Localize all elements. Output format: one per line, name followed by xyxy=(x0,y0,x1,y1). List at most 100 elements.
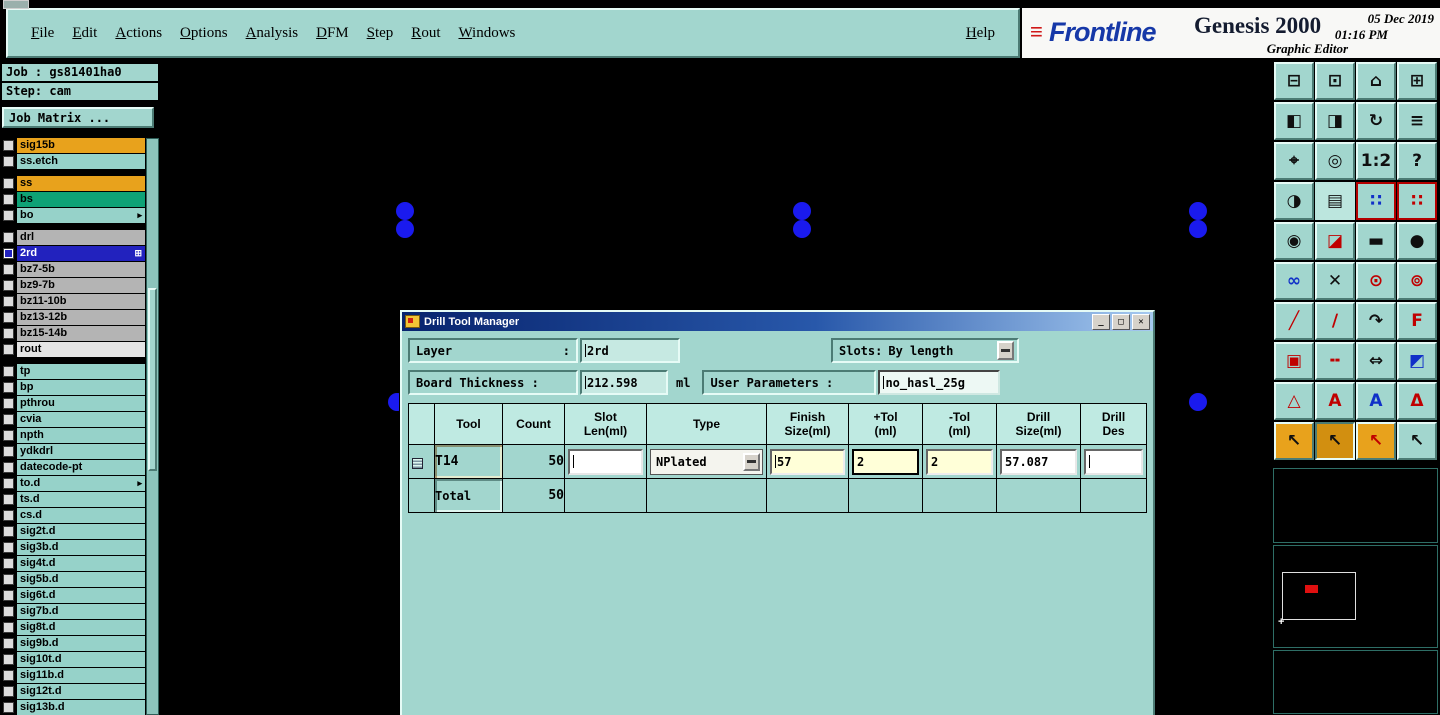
job-matrix-button[interactable]: Job Matrix ... xyxy=(2,107,154,128)
row-drag-handle[interactable] xyxy=(408,444,435,479)
triangle-outline-icon[interactable]: △ xyxy=(1274,382,1314,420)
layer-visibility-checkbox[interactable] xyxy=(3,210,14,221)
layer-row[interactable]: ss xyxy=(2,176,145,191)
layer-row[interactable]: ts.d xyxy=(2,492,145,507)
type-dropdown-button[interactable] xyxy=(743,452,760,471)
delta-icon[interactable]: Δ xyxy=(1397,382,1437,420)
layer-visibility-checkbox[interactable] xyxy=(3,328,14,339)
layer-visibility-checkbox[interactable] xyxy=(3,264,14,275)
select-snap-icon[interactable]: ↖ xyxy=(1397,422,1437,460)
minus-tol-cell[interactable]: 2 xyxy=(922,444,997,479)
screen-icon[interactable]: ⊡ xyxy=(1315,62,1355,100)
layer-label[interactable]: bz15-14b xyxy=(17,326,145,341)
layer-label[interactable]: ts.d xyxy=(17,492,145,507)
tool-id-cell[interactable]: T14 xyxy=(434,444,503,479)
layer-visibility-checkbox[interactable] xyxy=(3,494,14,505)
menu-item[interactable]: Windows xyxy=(449,25,524,42)
layer-row[interactable]: sig10t.d xyxy=(2,652,145,667)
layer-label[interactable]: pthrou xyxy=(17,396,145,411)
layer-row[interactable]: sig6t.d xyxy=(2,588,145,603)
layers-icon[interactable]: ≡ xyxy=(1397,102,1437,140)
finish-size-cell[interactable]: 57 xyxy=(766,444,849,479)
layer-label[interactable]: bs xyxy=(17,192,145,207)
layer-row[interactable]: sig5b.d xyxy=(2,572,145,587)
thin-line-tool-icon[interactable]: ∕ xyxy=(1315,302,1355,340)
layer-visibility-checkbox[interactable] xyxy=(3,574,14,585)
menu-item[interactable]: Analysis xyxy=(237,25,308,42)
zoom-ratio-icon[interactable]: 1:2 xyxy=(1356,142,1396,180)
layer-input[interactable]: 2rd xyxy=(580,338,680,363)
layer-visibility-checkbox[interactable] xyxy=(3,232,14,243)
layer-row[interactable]: bz13-12b xyxy=(2,310,145,325)
slots-dropdown-button[interactable] xyxy=(997,341,1014,360)
layer-label[interactable]: sig7b.d xyxy=(17,604,145,619)
layer-visibility-checkbox[interactable] xyxy=(3,140,14,151)
layer-row[interactable]: bz9-7b xyxy=(2,278,145,293)
matrix-icon[interactable]: ⊞ xyxy=(1397,62,1437,100)
small-pad-icon[interactable]: ⊙ xyxy=(1356,262,1396,300)
layer-visibility-checkbox[interactable] xyxy=(3,312,14,323)
layer-label[interactable]: sig10t.d xyxy=(17,652,145,667)
plus-tol-cell[interactable]: 2 xyxy=(848,444,923,479)
layer-row[interactable]: sig9b.d xyxy=(2,636,145,651)
arc-tool-icon[interactable]: ↷ xyxy=(1356,302,1396,340)
layer-label[interactable]: ss.etch xyxy=(17,154,145,169)
layer-visibility-checkbox[interactable] xyxy=(3,686,14,697)
menu-item[interactable]: Step xyxy=(358,25,403,42)
menu-item[interactable]: Edit xyxy=(63,25,106,42)
menu-item-help[interactable]: Help xyxy=(957,25,1004,42)
layer-row[interactable]: pthrou xyxy=(2,396,145,411)
layer-row[interactable]: to.d ▸ xyxy=(2,476,145,491)
close-button[interactable]: ✕ xyxy=(1132,313,1150,330)
layer-row[interactable]: bp xyxy=(2,380,145,395)
select-arrow-pressed-icon[interactable]: ↖ xyxy=(1315,422,1355,460)
text-a-blue-icon[interactable]: A xyxy=(1356,382,1396,420)
layer-label[interactable]: sig8t.d xyxy=(17,620,145,635)
layer-row[interactable]: rout xyxy=(2,342,145,357)
layer-visibility-checkbox[interactable] xyxy=(3,542,14,553)
layer-row[interactable]: sig15b xyxy=(2,138,145,153)
symbols-blue-icon[interactable]: ∷ xyxy=(1356,182,1396,220)
text-a-red-icon[interactable]: A xyxy=(1315,382,1355,420)
drill-des-cell[interactable] xyxy=(1080,444,1147,479)
layer-label[interactable]: 2rd ⊞ xyxy=(17,246,145,261)
layer-visibility-checkbox[interactable] xyxy=(3,558,14,569)
zoom-window-icon[interactable]: ⌖ xyxy=(1274,142,1314,180)
user-parameters-input[interactable]: no_hasl_25g xyxy=(878,370,1001,395)
line-tool-icon[interactable]: ╱ xyxy=(1274,302,1314,340)
overlay-icon[interactable]: ⊟ xyxy=(1274,62,1314,100)
pan-left-icon[interactable]: ◧ xyxy=(1274,102,1314,140)
layer-visibility-checkbox[interactable] xyxy=(3,398,14,409)
layer-label[interactable]: bz7-5b xyxy=(17,262,145,277)
layer-visibility-checkbox[interactable] xyxy=(3,414,14,425)
layer-row[interactable]: sig11b.d xyxy=(2,668,145,683)
select-frame-icon[interactable]: ↖ xyxy=(1356,422,1396,460)
layer-label[interactable]: sig6t.d xyxy=(17,588,145,603)
redraw-icon[interactable]: ↻ xyxy=(1356,102,1396,140)
symbols-red-icon[interactable]: ∷ xyxy=(1397,182,1437,220)
layer-label[interactable]: sig3b.d xyxy=(17,540,145,555)
layer-label[interactable]: sig12t.d xyxy=(17,684,145,699)
delete-tool-icon[interactable]: ✕ xyxy=(1315,262,1355,300)
dialog-titlebar[interactable]: Drill Tool Manager _ □ ✕ xyxy=(402,312,1153,331)
pad-circle-icon[interactable]: ◉ xyxy=(1274,222,1314,260)
menu-item[interactable]: Rout xyxy=(402,25,449,42)
pan-right-icon[interactable]: ◨ xyxy=(1315,102,1355,140)
layer-label[interactable]: sig9b.d xyxy=(17,636,145,651)
layer-label[interactable]: sig11b.d xyxy=(17,668,145,683)
layer-label[interactable]: sig5b.d xyxy=(17,572,145,587)
layer-row[interactable]: bz7-5b xyxy=(2,262,145,277)
layer-row[interactable]: sig7b.d xyxy=(2,604,145,619)
layer-label[interactable]: cvia xyxy=(17,412,145,427)
layer-row[interactable]: cs.d xyxy=(2,508,145,523)
layer-visibility-checkbox[interactable] xyxy=(3,590,14,601)
layer-row[interactable]: bs xyxy=(2,192,145,207)
layer-label[interactable]: sig2t.d xyxy=(17,524,145,539)
layer-visibility-checkbox[interactable] xyxy=(3,478,14,489)
break-line-icon[interactable]: ╍ xyxy=(1315,342,1355,380)
layer-label[interactable]: sig15b xyxy=(17,138,145,153)
layer-label[interactable]: rout xyxy=(17,342,145,357)
layer-label[interactable]: to.d ▸ xyxy=(17,476,145,491)
layer-row[interactable]: sig2t.d xyxy=(2,524,145,539)
net-chain-icon[interactable]: ∞ xyxy=(1274,262,1314,300)
